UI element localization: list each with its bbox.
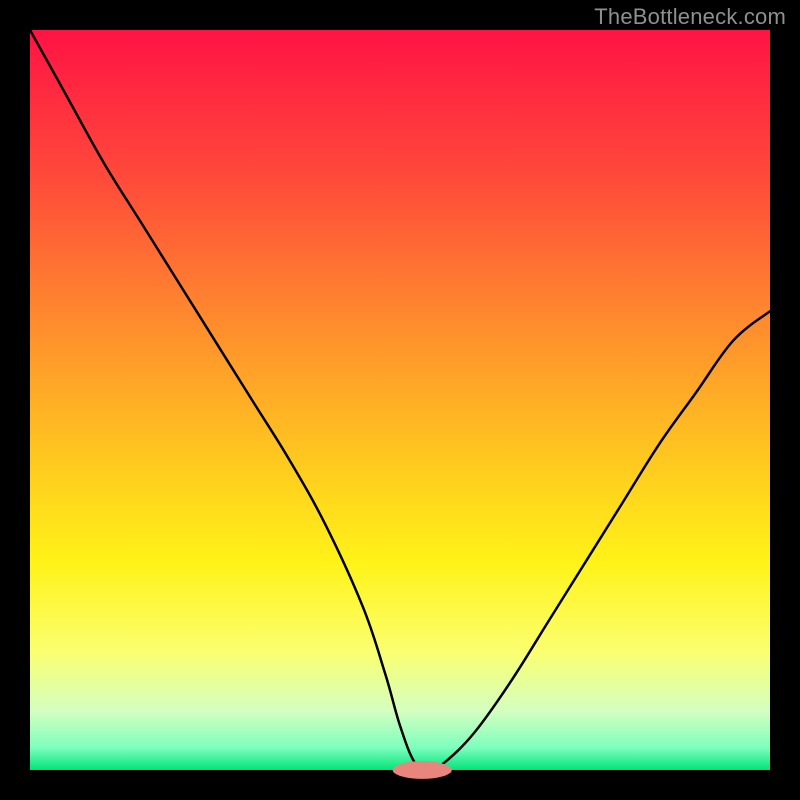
sweet-spot-marker (393, 761, 452, 779)
bottleneck-chart (0, 0, 800, 800)
chart-container: TheBottleneck.com (0, 0, 800, 800)
attribution-text: TheBottleneck.com (594, 4, 786, 30)
plot-area (30, 30, 770, 770)
